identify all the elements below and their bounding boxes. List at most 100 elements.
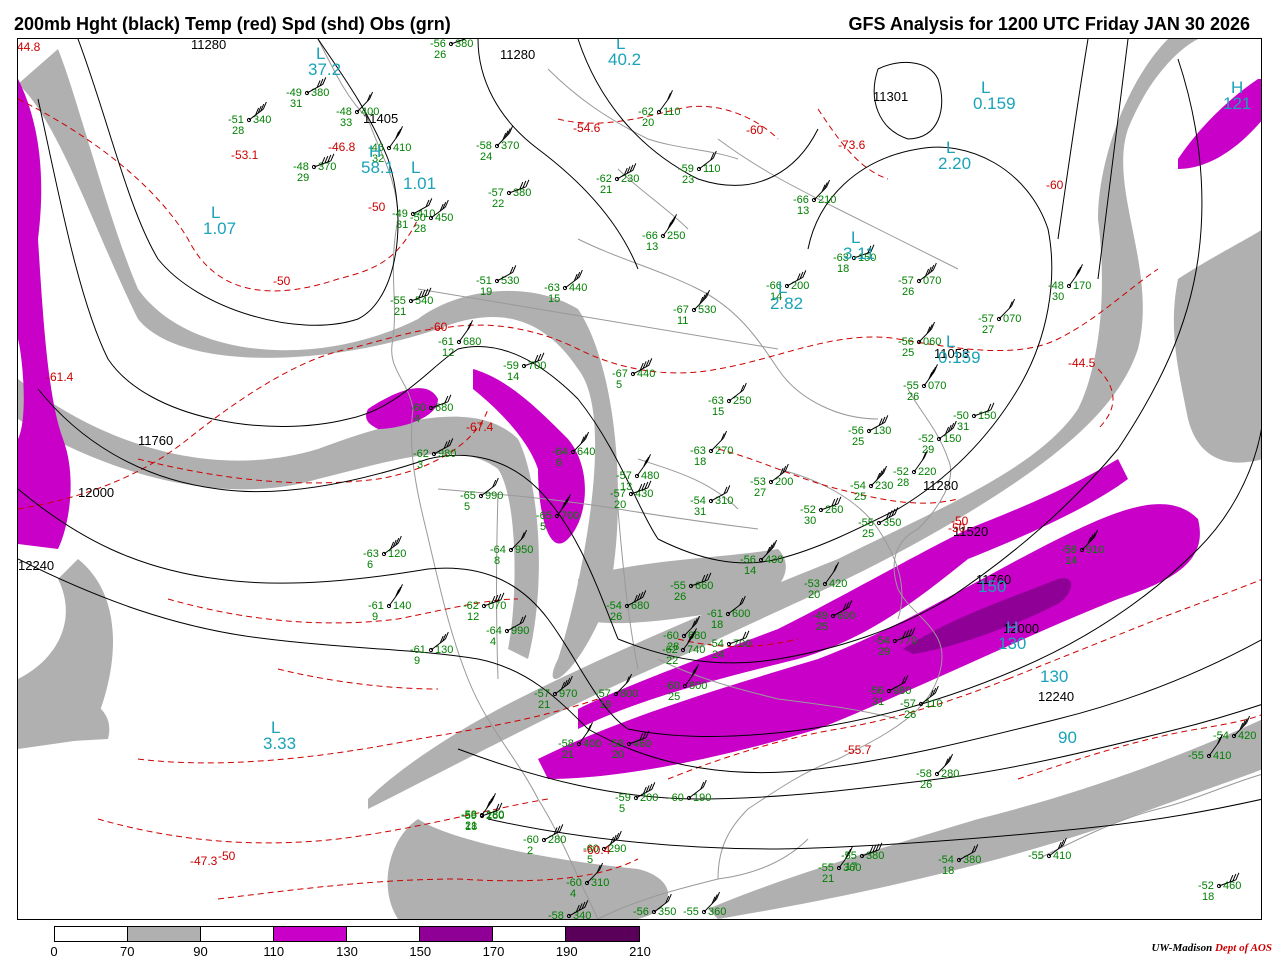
obs-height: 340 (253, 114, 271, 126)
pressure-center: 130 (1040, 667, 1068, 686)
obs-height: 070 (1003, 313, 1021, 325)
obs-height: 970 (559, 688, 577, 700)
temperature-contour (277, 668, 439, 690)
obs-height: 220 (918, 466, 936, 478)
obs-dewpoint: 20 (642, 117, 654, 129)
wind-barb-flag (726, 485, 731, 493)
map-title: 200mb Hght (black) Temp (red) Spd (shd) … (14, 14, 451, 34)
obs-height: 370 (318, 161, 336, 173)
obs-dewpoint: 5 (464, 501, 470, 513)
center-value: 40.2 (608, 50, 641, 69)
station-obs: -62 11020 (638, 90, 681, 129)
obs-dewpoint: 24 (480, 151, 492, 163)
obs-dewpoint: 14 (744, 565, 756, 577)
obs-dewpoint: 8 (494, 555, 500, 567)
legend-swatch (128, 927, 201, 941)
station-obs: -60 2802 (523, 824, 566, 857)
obs-dewpoint: 20 (614, 499, 626, 511)
temperature-label: -60 (1046, 178, 1064, 192)
station-obs: -60 190 (668, 779, 711, 804)
station-obs: -61 1409 (368, 584, 411, 623)
obs-dewpoint: 25 (668, 691, 680, 703)
station-obs: -56 13025 (848, 415, 891, 448)
station-obs: -59 11023 (678, 150, 721, 186)
legend-tick-label: 170 (482, 944, 505, 959)
obs-height: 250 (733, 395, 751, 407)
obs-dewpoint: 21 (538, 699, 550, 711)
obs-dewpoint: 19 (480, 286, 492, 298)
obs-dewpoint: 11 (677, 315, 688, 327)
height-label: 11405 (363, 111, 398, 126)
wind-barb-flag (990, 402, 995, 411)
wind-barb-flag (617, 830, 622, 839)
wind-barb-flag (525, 179, 530, 188)
wind-barb-flag (578, 269, 583, 278)
obs-dewpoint: 21 (562, 749, 574, 761)
legend-tick-label: 70 (120, 944, 135, 959)
obs-height: 420 (1238, 730, 1256, 742)
center-value: 3.33 (263, 734, 296, 753)
obs-dewpoint: 15 (548, 293, 560, 305)
wind-barb-flag (330, 153, 335, 162)
temperature-label: -44.8 (18, 40, 41, 54)
station-obs: -63 27018 (690, 430, 733, 468)
obs-dewpoint: 26 (907, 391, 919, 403)
obs-height: 360 (708, 906, 726, 918)
pressure-center: L3.33 (263, 718, 296, 753)
wind-barb-flag (742, 382, 747, 391)
station-obs: -54 31031 (690, 485, 733, 518)
obs-height: 260 (825, 504, 843, 516)
height-label: 11280 (500, 47, 535, 62)
obs-temperature: -54 (1213, 730, 1229, 742)
station-obs: -51 34028 (228, 101, 271, 137)
station-obs: -62 07012 (463, 592, 506, 623)
obs-dewpoint: 27 (754, 487, 766, 499)
center-value: 2.82 (770, 294, 803, 313)
obs-height: 450 (435, 212, 453, 224)
obs-dewpoint: 13 (646, 241, 658, 253)
station-obs: -57 07027 (978, 298, 1021, 336)
obs-temperature: -60 (668, 792, 684, 804)
temperature-contour (97, 798, 549, 844)
pressure-center: H121 (1223, 78, 1251, 113)
wind-barb-flag (784, 463, 789, 472)
wind-barb-flag (745, 630, 750, 639)
station-obs: -48 37029 (293, 153, 336, 184)
station-obs: -48 17030 (1048, 264, 1091, 303)
temperature-label: -46.8 (328, 140, 356, 154)
station-obs: -65 9905 (460, 477, 503, 513)
center-value: 3.11 (843, 244, 875, 263)
obs-dewpoint: 18 (465, 821, 477, 833)
pressure-center: L1.01 (403, 158, 436, 193)
obs-dewpoint: 26 (904, 709, 916, 721)
obs-height: 680 (688, 630, 706, 642)
obs-height: 150 (943, 433, 961, 445)
wind-barb-flag (932, 262, 937, 271)
obs-dewpoint: 18 (694, 456, 706, 468)
credit-org: UW-Madison (1151, 942, 1213, 954)
center-value: 37.2 (308, 60, 341, 79)
station-obs: -55 360 (683, 891, 726, 918)
wind-barb-flag (648, 358, 653, 366)
obs-height: 340 (573, 910, 591, 920)
pressure-center: L0.159 (938, 332, 981, 367)
obs-dewpoint: 29 (922, 444, 934, 456)
station-obs: -58 37024 (476, 125, 519, 163)
center-value: 130 (998, 634, 1026, 653)
obs-dewpoint: 12 (467, 611, 479, 623)
obs-dewpoint: 6 (556, 457, 562, 469)
wind-barb-flag (884, 415, 889, 423)
obs-height: 910 (1086, 544, 1104, 556)
obs-dewpoint: 28 (414, 223, 426, 235)
legend-swatch (420, 927, 493, 941)
center-value: 90 (1058, 728, 1077, 747)
obs-height: 200 (775, 476, 793, 488)
obs-dewpoint: 13 (797, 205, 809, 217)
center-value: 150 (978, 577, 1006, 596)
obs-height: 430 (765, 554, 783, 566)
temperature-label: -53.1 (231, 148, 259, 162)
obs-height: 110 (663, 106, 681, 118)
station-obs: -63 1206 (363, 535, 406, 571)
temperature-label: -50 (273, 274, 291, 288)
obs-dewpoint: 25 (862, 528, 874, 540)
